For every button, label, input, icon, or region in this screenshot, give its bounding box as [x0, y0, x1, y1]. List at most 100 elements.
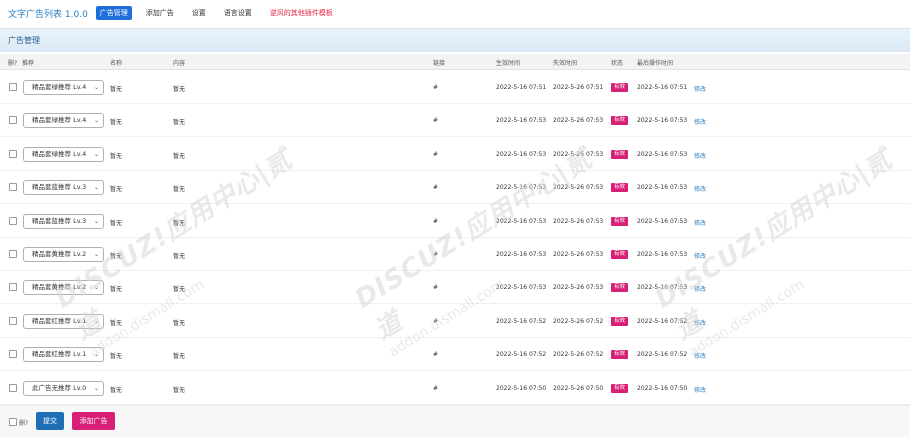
- row-link[interactable]: #: [433, 318, 438, 325]
- row-delete-checkbox[interactable]: [9, 250, 17, 258]
- row-end-time: 2022-5-26 07:53: [553, 218, 604, 225]
- nav-other-plugins[interactable]: 逆风的其他插件模板: [266, 6, 337, 20]
- row-content: 暂无: [173, 220, 186, 227]
- recommend-select-value: 精品套黄推荐 Lv.2: [32, 250, 87, 258]
- recommend-select[interactable]: 精品套红推荐 Lv.1 ⌄: [23, 314, 104, 329]
- col-name: 名称: [110, 60, 123, 67]
- recommend-select-value: 精品套黄推荐 Lv.2: [32, 283, 87, 291]
- row-last-op-time: 2022-5-16 07:53: [637, 284, 688, 291]
- row-content: 暂无: [173, 286, 186, 293]
- row-delete-checkbox[interactable]: [9, 183, 17, 191]
- row-last-op-time: 2022-5-16 07:53: [637, 218, 688, 225]
- chevron-down-icon: ⌄: [93, 84, 99, 91]
- recommend-select[interactable]: 此广告无推荐 Lv.0 ⌄: [23, 381, 104, 396]
- submit-button[interactable]: 提交: [36, 412, 64, 430]
- edit-link[interactable]: 修改: [694, 151, 706, 160]
- nav-ad-management[interactable]: 广告管理: [95, 6, 132, 20]
- row-start-time: 2022-5-16 07:53: [496, 117, 547, 124]
- row-delete-checkbox[interactable]: [9, 83, 17, 91]
- row-delete-checkbox[interactable]: [9, 283, 17, 291]
- edit-link[interactable]: 修改: [694, 218, 706, 227]
- row-start-time: 2022-5-16 07:51: [496, 84, 547, 91]
- nav-settings[interactable]: 设置: [188, 6, 210, 20]
- edit-link[interactable]: 修改: [694, 351, 706, 360]
- col-start-time: 生效时间: [496, 60, 521, 67]
- chevron-down-icon: ⌄: [93, 351, 99, 358]
- row-content: 暂无: [173, 86, 186, 93]
- recommend-select-value: 精品套红推荐 Lv.1: [32, 350, 87, 358]
- recommend-select[interactable]: 精品套绿推荐 Lv.4 ⌄: [23, 80, 104, 95]
- recommend-select[interactable]: 精品套蓝推荐 Lv.3 ⌄: [23, 214, 104, 229]
- status-badge: 有效: [611, 150, 629, 159]
- edit-link[interactable]: 修改: [694, 385, 706, 394]
- chevron-down-icon: ⌄: [93, 284, 99, 291]
- recommend-select[interactable]: 精品套绿推荐 Lv.4 ⌄: [23, 147, 104, 162]
- nav-language-settings[interactable]: 语言设置: [220, 6, 256, 20]
- chevron-down-icon: ⌄: [93, 251, 99, 258]
- table-row: 此广告无推荐 Lv.0 ⌄ 暂无 暂无 #2022-5-16 07:50 2022-5-2…: [0, 372, 910, 405]
- row-last-op-time: 2022-5-16 07:53: [637, 251, 688, 258]
- row-name: 暂无: [110, 86, 123, 93]
- row-delete-checkbox[interactable]: [9, 116, 17, 124]
- recommend-select-value: 精品套绿推荐 Lv.4: [32, 150, 87, 158]
- col-end-time: 失效时间: [553, 60, 578, 67]
- row-delete-checkbox[interactable]: [9, 350, 17, 358]
- table-header: 删? 推荐 名称 内容 链接 生效时间 失效时间 状态 最后操作时间: [0, 54, 910, 70]
- chevron-down-icon: ⌄: [93, 117, 99, 124]
- row-delete-checkbox[interactable]: [9, 150, 17, 158]
- row-delete-checkbox[interactable]: [9, 317, 17, 325]
- edit-link[interactable]: 修改: [694, 117, 706, 126]
- row-start-time: 2022-5-16 07:52: [496, 318, 547, 325]
- row-link[interactable]: #: [433, 251, 438, 258]
- col-link: 链接: [433, 60, 446, 67]
- row-name: 暂无: [110, 253, 123, 260]
- row-link[interactable]: #: [433, 351, 438, 358]
- add-ad-button[interactable]: 添加广告: [72, 412, 115, 430]
- row-delete-checkbox[interactable]: [9, 217, 17, 225]
- status-badge: 有效: [611, 384, 629, 393]
- recommend-select-value: 精品套蓝推荐 Lv.3: [32, 183, 87, 191]
- recommend-select-value: 精品套绿推荐 Lv.4: [32, 83, 87, 91]
- nav-add-ad[interactable]: 添加广告: [142, 6, 178, 20]
- status-badge: 有效: [611, 317, 629, 326]
- edit-link[interactable]: 修改: [694, 184, 706, 193]
- row-last-op-time: 2022-5-16 07:53: [637, 117, 688, 124]
- chevron-down-icon: ⌄: [93, 218, 99, 225]
- edit-link[interactable]: 修改: [694, 318, 706, 327]
- row-link[interactable]: #: [433, 84, 438, 91]
- edit-link[interactable]: 修改: [694, 284, 706, 293]
- row-last-op-time: 2022-5-16 07:50: [637, 385, 688, 392]
- recommend-select-value: 精品套蓝推荐 Lv.3: [32, 217, 87, 225]
- row-name: 暂无: [110, 153, 123, 160]
- row-content: 暂无: [173, 353, 186, 360]
- row-delete-checkbox[interactable]: [9, 384, 17, 392]
- row-start-time: 2022-5-16 07:53: [496, 284, 547, 291]
- edit-link[interactable]: 修改: [694, 84, 706, 93]
- row-name: 暂无: [110, 186, 123, 193]
- row-content: 暂无: [173, 387, 186, 394]
- row-start-time: 2022-5-16 07:50: [496, 385, 547, 392]
- row-content: 暂无: [173, 186, 186, 193]
- recommend-select[interactable]: 精品套黄推荐 Lv.2 ⌄: [23, 280, 104, 295]
- status-badge: 有效: [611, 183, 629, 192]
- row-link[interactable]: #: [433, 284, 438, 291]
- edit-link[interactable]: 修改: [694, 251, 706, 260]
- row-last-op-time: 2022-5-16 07:51: [637, 84, 688, 91]
- row-link[interactable]: #: [433, 218, 438, 225]
- table-row: 精品套黄推荐 Lv.2 ⌄ 暂无 暂无 #2022-5-16 07:53 2022-5-2…: [0, 238, 910, 271]
- row-name: 暂无: [110, 387, 123, 394]
- row-name: 暂无: [110, 286, 123, 293]
- col-last-op: 最后操作时间: [637, 60, 674, 67]
- row-end-time: 2022-5-26 07:52: [553, 318, 604, 325]
- row-end-time: 2022-5-26 07:52: [553, 351, 604, 358]
- recommend-select[interactable]: 精品套绿推荐 Lv.4 ⌄: [23, 113, 104, 128]
- section-title: 广告管理: [8, 35, 40, 45]
- select-all-checkbox[interactable]: [9, 418, 17, 426]
- row-link[interactable]: #: [433, 184, 438, 191]
- row-link[interactable]: #: [433, 117, 438, 124]
- recommend-select[interactable]: 精品套黄推荐 Lv.2 ⌄: [23, 247, 104, 262]
- row-link[interactable]: #: [433, 151, 438, 158]
- recommend-select[interactable]: 精品套红推荐 Lv.1 ⌄: [23, 347, 104, 362]
- row-link[interactable]: #: [433, 385, 438, 392]
- recommend-select[interactable]: 精品套蓝推荐 Lv.3 ⌄: [23, 180, 104, 195]
